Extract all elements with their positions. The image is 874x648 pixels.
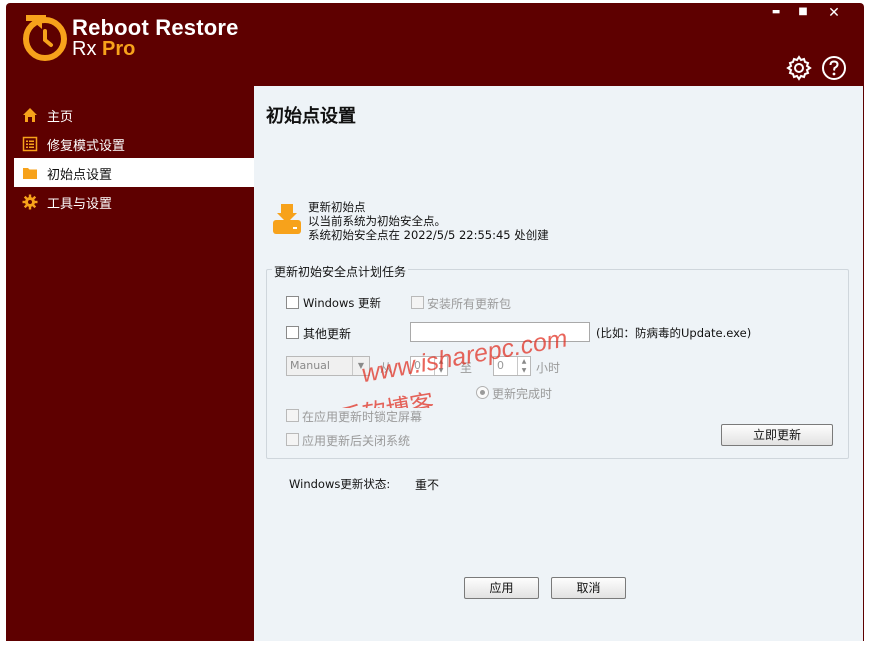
windows-update-status-label: Windows更新状态: (289, 477, 391, 491)
to-hour-spinner[interactable]: 0 ▲ ▼ (493, 356, 531, 376)
install-all-checkbox[interactable] (411, 296, 424, 309)
spinner-arrows-icon[interactable]: ▲ ▼ (517, 357, 530, 375)
spinner-arrows-icon[interactable]: ▲ ▼ (434, 357, 447, 375)
sidebar-item-label: 主页 (47, 110, 74, 125)
frequency-select-value: Manual (290, 359, 330, 372)
folder-icon (23, 168, 37, 179)
update-now-button[interactable]: 立即更新 (721, 424, 833, 446)
hours-label: 小时 (536, 361, 561, 375)
frequency-select[interactable]: Manual ▼ (286, 356, 370, 376)
minimize-button[interactable]: ▬ (766, 7, 786, 17)
sidebar-item-label: 修复模式设置 (47, 139, 126, 154)
home-icon (23, 108, 37, 122)
to-hour-value: 0 (497, 359, 504, 372)
sidebar-item-tools[interactable]: 工具与设置 (14, 187, 254, 216)
sidebar: 主页 修复模式设置 初始点设置 工具与设置 (14, 100, 254, 216)
page-title: 初始点设置 (266, 106, 356, 127)
cancel-button[interactable]: 取消 (551, 577, 626, 599)
brand-edition-suffix: Pro (102, 38, 136, 60)
baseline-info-title: 更新初始点 (308, 200, 366, 214)
apply-button[interactable]: 应用 (464, 577, 539, 599)
windows-update-checkbox[interactable] (286, 296, 299, 309)
from-label: 从 (380, 361, 393, 375)
windows-update-status-value: 重不 (415, 478, 440, 492)
baseline-update-icon (273, 204, 301, 234)
schedule-group-title: 更新初始安全点计划任务 (272, 263, 409, 280)
to-label: 至 (460, 361, 473, 375)
other-update-checkbox[interactable] (286, 326, 299, 339)
maximize-button[interactable]: ■ (793, 6, 813, 17)
brand-edition: Rx Pro (72, 38, 135, 61)
example-hint: (比如：防病毒的Update.exe) (596, 326, 752, 340)
shutdown-checkbox[interactable] (286, 433, 299, 446)
install-all-label: 安装所有更新包 (427, 297, 512, 311)
chevron-down-icon: ▼ (352, 357, 369, 375)
gear-icon[interactable] (786, 55, 812, 81)
other-update-path-input[interactable] (410, 322, 590, 342)
main-content: 初始点设置 更新初始点 以当前系统为初始安全点。 系统初始安全点在 2022/5… (254, 86, 863, 641)
sidebar-item-baseline[interactable]: 初始点设置 (14, 158, 254, 187)
lock-screen-label: 在应用更新时锁定屏幕 (302, 410, 423, 424)
from-hour-value: 0 (414, 359, 421, 372)
baseline-info: 更新初始点 以当前系统为初始安全点。 系统初始安全点在 2022/5/5 22:… (308, 200, 549, 242)
windows-update-label: Windows 更新 (303, 296, 381, 310)
baseline-info-desc: 以当前系统为初始安全点。 (308, 214, 446, 228)
brand-edition-prefix: Rx (72, 38, 97, 60)
sidebar-item-label: 初始点设置 (47, 168, 113, 183)
after-update-label: 更新完成时 (492, 387, 553, 401)
sidebar-item-restore-mode[interactable]: 修复模式设置 (14, 129, 254, 158)
app-window: Reboot Restore Rx Pro ▬ ■ ✕ 主页 修复模式设置 初始… (6, 3, 864, 641)
gear-icon (22, 194, 38, 210)
from-hour-spinner[interactable]: 0 ▲ ▼ (410, 356, 448, 376)
sidebar-item-home[interactable]: 主页 (14, 100, 254, 129)
close-button[interactable]: ✕ (824, 5, 844, 21)
sidebar-item-label: 工具与设置 (47, 197, 113, 212)
help-icon[interactable] (821, 55, 847, 81)
list-icon (22, 136, 38, 152)
other-update-label: 其他更新 (303, 327, 352, 341)
reboot-restore-logo-icon (23, 15, 67, 61)
baseline-info-created: 系统初始安全点在 2022/5/5 22:55:45 处创建 (308, 228, 549, 242)
after-update-radio[interactable] (476, 386, 489, 399)
shutdown-label: 应用更新后关闭系统 (302, 434, 411, 448)
lock-screen-checkbox[interactable] (286, 409, 299, 422)
